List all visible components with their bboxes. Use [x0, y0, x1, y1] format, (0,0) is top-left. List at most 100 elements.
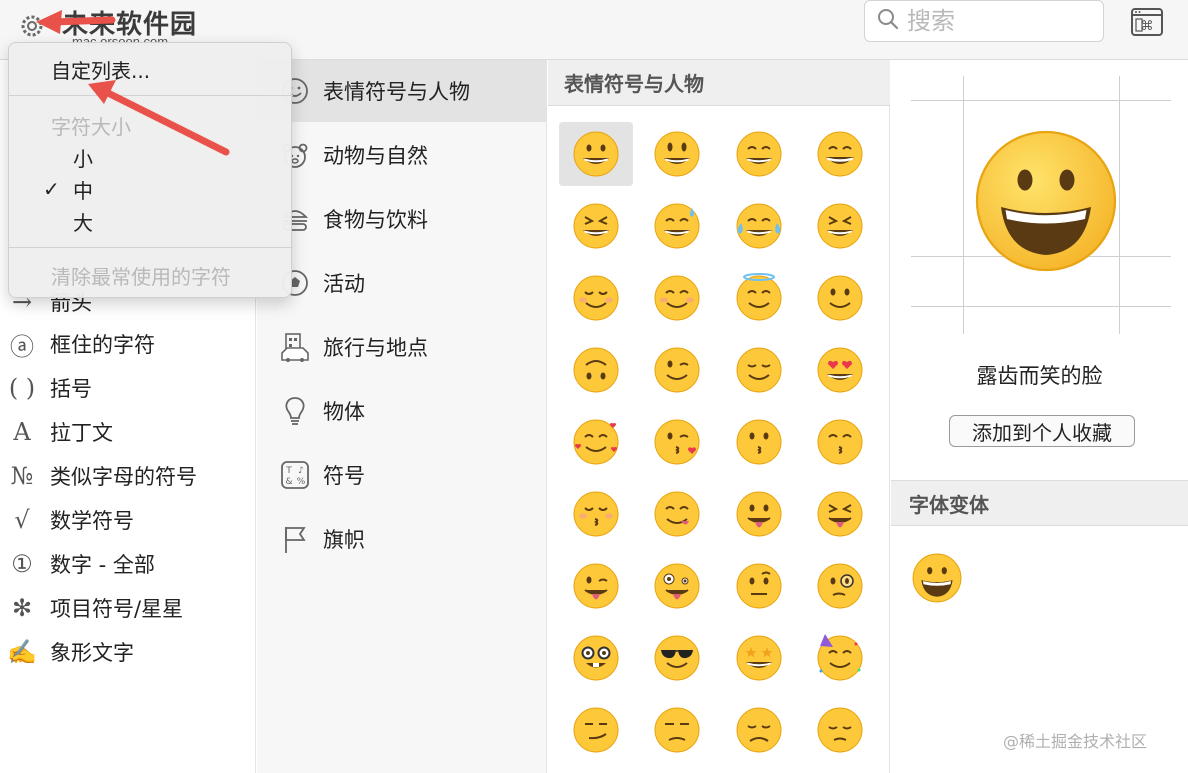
rofl-face-icon [815, 201, 865, 251]
emoji-cell[interactable] [803, 554, 877, 618]
add-to-favorites-button[interactable]: 添加到个人收藏 [949, 415, 1135, 447]
emoji-cell[interactable] [803, 266, 877, 330]
svg-text:♪: ♪ [298, 466, 304, 476]
sidebar-item-brackets[interactable]: ( ) 括号 [0, 366, 256, 410]
emoji-cell[interactable] [722, 410, 796, 474]
symbols-icon: T ♪ &% [271, 457, 319, 493]
sidebar-item-enclosed[interactable]: ⓐ 框住的字符 [0, 322, 256, 366]
emoji-cell[interactable] [559, 410, 633, 474]
sidebar-item-letterlike[interactable]: № 类似字母的符号 [0, 454, 256, 498]
emoji-cell[interactable] [640, 698, 714, 762]
emoji-cell[interactable] [722, 554, 796, 618]
emoji-cell[interactable] [722, 626, 796, 690]
category-flags[interactable]: 旗帜 [257, 508, 547, 570]
category-travel-places[interactable]: 旅行与地点 [257, 316, 547, 378]
category-animals-nature[interactable]: 动物与自然 [257, 124, 547, 186]
emoji-cell[interactable] [722, 194, 796, 258]
keyboard-viewer-button[interactable]: ⌘ [1130, 7, 1164, 37]
wink-tongue-face-icon [571, 561, 621, 611]
zany-face-icon [652, 561, 702, 611]
checkmark-icon: ✓ [43, 177, 60, 201]
grinning-face-variant-icon[interactable] [911, 552, 963, 604]
emoji-cell[interactable] [640, 122, 714, 186]
emoji-cell[interactable] [722, 122, 796, 186]
category-label: 动物与自然 [323, 144, 428, 168]
category-label: 食物与饮料 [323, 208, 428, 232]
slight-smile-face-icon [815, 273, 865, 323]
writing-hand-icon: ✍ [7, 638, 37, 666]
emoji-cell[interactable] [640, 194, 714, 258]
halo-face-icon [734, 273, 784, 323]
menu-item-size-small[interactable]: 小 [9, 141, 293, 173]
tongue-face-icon [734, 489, 784, 539]
squinting-laugh-face-icon [571, 201, 621, 251]
sidebar-item-latin[interactable]: A 拉丁文 [0, 410, 256, 454]
emoji-cell[interactable] [803, 410, 877, 474]
grid-section-title: 表情符号与人物 [548, 60, 890, 106]
sidebar-item-label: 数学符号 [50, 509, 134, 533]
menu-item-size-large[interactable]: 大 [9, 205, 293, 237]
emoji-cell[interactable] [559, 194, 633, 258]
sidebar-item-label: 框住的字符 [50, 333, 155, 357]
sidebar-item-label: 项目符号/星星 [50, 597, 184, 621]
emoji-cell[interactable] [559, 266, 633, 330]
emoji-cell[interactable] [559, 554, 633, 618]
emoji-cell[interactable] [722, 266, 796, 330]
emoji-cell[interactable] [559, 698, 633, 762]
category-label: 旗帜 [323, 528, 365, 552]
emoji-cell[interactable] [722, 698, 796, 762]
latin-a-icon: A [13, 418, 31, 446]
menu-item-customize[interactable]: 自定列表... [9, 53, 293, 85]
sidebar-item-digits[interactable]: ① 数字 - 全部 [0, 542, 256, 586]
emoji-cell[interactable] [640, 266, 714, 330]
font-variants-title: 字体变体 [891, 480, 1188, 526]
category-symbols[interactable]: T ♪ &% 符号 [257, 444, 547, 506]
emoji-cell[interactable] [803, 338, 877, 402]
sidebar-item-pictographs[interactable]: ✍ 象形文字 [0, 630, 256, 674]
svg-text:T: T [285, 466, 292, 476]
upside-down-face-icon [571, 345, 621, 395]
asterisk-star-icon: ✻ [11, 594, 33, 622]
action-menu: 自定列表... 字符大小 小 ✓ 中 大 清除最常使用的字符 [8, 42, 293, 298]
emoji-cell[interactable] [722, 338, 796, 402]
category-food-drink[interactable]: 食物与饮料 [257, 188, 547, 250]
kiss-heart-face-icon [652, 417, 702, 467]
emoji-cell[interactable] [640, 410, 714, 474]
emoji-grid-panel: 表情符号与人物 [548, 60, 890, 773]
emoji-cell[interactable] [559, 122, 633, 186]
emoji-cell[interactable] [803, 122, 877, 186]
category-activity[interactable]: 活动 [257, 252, 547, 314]
flag-icon [271, 521, 319, 557]
search-field[interactable] [864, 0, 1104, 42]
menu-item-size-medium[interactable]: ✓ 中 [9, 173, 293, 205]
category-smileys-people[interactable]: 表情符号与人物 [257, 60, 547, 122]
heart-eyes-face-icon [815, 345, 865, 395]
emoji-cell[interactable] [803, 698, 877, 762]
emoji-cell[interactable] [640, 482, 714, 546]
circled-one-icon: ① [11, 550, 33, 578]
category-objects[interactable]: 物体 [257, 380, 547, 442]
emoji-cell[interactable] [640, 338, 714, 402]
emoji-cell[interactable] [640, 554, 714, 618]
sidebar-item-label: 类似字母的符号 [50, 465, 197, 489]
emoji-cell[interactable] [722, 482, 796, 546]
menu-item-clear-recent[interactable]: 清除最常使用的字符 [9, 259, 293, 291]
emoji-cell[interactable] [640, 626, 714, 690]
emoji-cell[interactable] [803, 194, 877, 258]
sweat-smile-face-icon [652, 201, 702, 251]
nerd-face-icon [571, 633, 621, 683]
search-input[interactable] [907, 7, 1087, 35]
emoji-cell[interactable] [803, 626, 877, 690]
smiley-face-icon [652, 129, 702, 179]
sidebar-item-math[interactable]: √ 数学符号 [0, 498, 256, 542]
sidebar-item-bullets[interactable]: ✻ 项目符号/星星 [0, 586, 256, 630]
category-label: 活动 [323, 272, 365, 296]
emoji-cell[interactable] [559, 626, 633, 690]
emoji-cell[interactable] [559, 482, 633, 546]
circled-a-icon: ⓐ [10, 332, 34, 361]
yum-face-icon [652, 489, 702, 539]
building-car-icon [271, 329, 319, 365]
grinning-face-icon [571, 129, 621, 179]
emoji-cell[interactable] [803, 482, 877, 546]
emoji-cell[interactable] [559, 338, 633, 402]
